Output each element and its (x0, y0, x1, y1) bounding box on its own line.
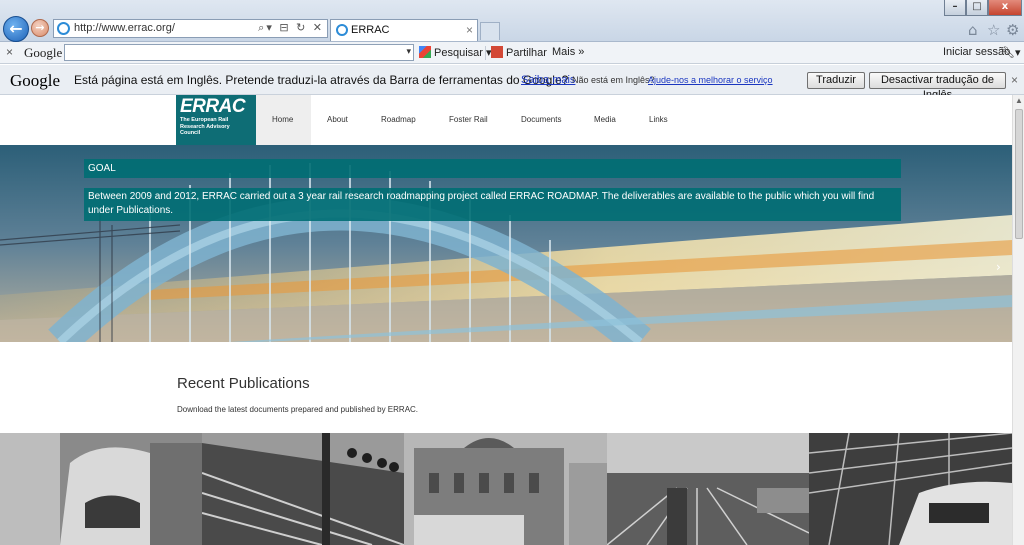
platform-photo (202, 433, 404, 545)
mais-button[interactable]: Mais » (552, 46, 584, 58)
logo-title: ERRAC (180, 96, 246, 117)
close-window-button[interactable]: x (988, 0, 1022, 16)
wrench-icon[interactable]: 🔧︎▾ (1001, 46, 1021, 59)
back-button[interactable]: ← (3, 16, 29, 42)
publication-thumbnail[interactable] (0, 433, 202, 545)
scrollbar-thumb[interactable] (1015, 109, 1023, 239)
goal-text-bar: Between 2009 and 2012, ERRAC carried out… (84, 188, 901, 221)
partilhar-button[interactable]: Partilhar (491, 46, 547, 59)
browser-title-bar: ← → http://www.errac.org/ ⌕▾ ⊟ ↻ ✕ ERRAC… (0, 0, 1024, 42)
nav-about[interactable]: About (327, 115, 348, 124)
station-building-photo (404, 433, 607, 545)
toolbar-divider (485, 46, 486, 60)
translate-button[interactable]: Traduzir (807, 72, 865, 89)
maximize-button[interactable]: □ (966, 0, 988, 16)
translate-bar: Google Está página está em Inglês. Prete… (0, 65, 1024, 101)
gear-icon[interactable]: ⚙ (1006, 21, 1019, 39)
web-page: ERRAC The European Rail Research Advisor… (0, 95, 1012, 545)
ie-page-icon (57, 22, 70, 35)
ie-tab-icon (336, 24, 348, 36)
translate-close-icon[interactable]: × (1011, 73, 1018, 87)
goal-title-bar: GOAL (84, 159, 901, 178)
nav-media[interactable]: Media (594, 115, 616, 124)
address-tools-icons[interactable]: ⌕▾ ⊟ ↻ ✕ (258, 21, 324, 35)
home-icon[interactable]: ⌂ (968, 21, 978, 39)
pesquisar-button[interactable]: Pesquisar ▾ (419, 46, 492, 59)
rail-yard-photo (607, 433, 809, 545)
nav-documents[interactable]: Documents (521, 115, 561, 124)
help-improve-link[interactable]: Ajude-nos a melhorar o serviço (648, 75, 773, 85)
nav-home[interactable]: Home (272, 115, 293, 124)
not-english-text: Não está em Inglês? (572, 75, 655, 85)
train-front-photo (0, 433, 202, 545)
forward-button[interactable]: → (31, 19, 49, 37)
search-icon (419, 46, 431, 58)
recent-publications-subtitle: Download the latest documents prepared a… (177, 405, 419, 414)
minimize-button[interactable]: – (944, 0, 966, 16)
scroll-up-icon[interactable]: ▲ (1015, 96, 1023, 105)
tab-title: ERRAC (351, 24, 390, 36)
slider-next-arrow-icon[interactable]: › (996, 260, 1001, 274)
publications-gallery (0, 433, 1012, 545)
address-url[interactable]: http://www.errac.org/ (74, 22, 175, 34)
publication-thumbnail[interactable] (404, 433, 607, 545)
disable-translation-button[interactable]: Desactivar tradução de Inglês (869, 72, 1006, 101)
tab-close-icon[interactable]: × (466, 23, 473, 37)
star-icon[interactable]: ☆ (987, 21, 1000, 39)
new-tab-button[interactable] (480, 22, 500, 40)
search-dropdown-icon[interactable]: ▾ (406, 46, 411, 57)
google-logo: Google (24, 45, 63, 60)
goal-text: Between 2009 and 2012, ERRAC carried out… (88, 191, 875, 216)
nav-foster-rail[interactable]: Foster Rail (449, 115, 488, 124)
publication-thumbnail[interactable] (607, 433, 809, 545)
goal-title: GOAL (88, 163, 116, 174)
address-bar[interactable]: http://www.errac.org/ ⌕▾ ⊟ ↻ ✕ (53, 19, 328, 38)
nav-links[interactable]: Links (649, 115, 668, 124)
logo-subtitle: The European Rail Research Advisory Coun… (180, 117, 230, 136)
translate-message: Está página está em Inglês. Pretende tra… (74, 73, 569, 87)
saiba-mais-link[interactable]: Saiba mais (521, 74, 575, 86)
hero-slider[interactable]: GOAL Between 2009 and 2012, ERRAC carrie… (0, 145, 1012, 342)
publication-thumbnail[interactable] (809, 433, 1012, 545)
google-toolbar: × Google ▾ Pesquisar ▾ Partilhar Mais » … (0, 42, 1024, 64)
train-hall-photo (809, 433, 1012, 545)
errac-logo[interactable]: ERRAC The European Rail Research Advisor… (176, 95, 256, 145)
google-logo: Google (10, 71, 61, 90)
toolbar-close-icon[interactable]: × (6, 45, 13, 59)
share-icon (491, 46, 503, 58)
nav-roadmap[interactable]: Roadmap (381, 115, 416, 124)
recent-publications-title: Recent Publications (177, 375, 310, 392)
publication-thumbnail[interactable] (202, 433, 404, 545)
google-search-input[interactable]: ▾ (64, 44, 414, 61)
tab-errac[interactable]: ERRAC × (330, 19, 478, 41)
vertical-scrollbar[interactable]: ▲ (1012, 95, 1024, 545)
